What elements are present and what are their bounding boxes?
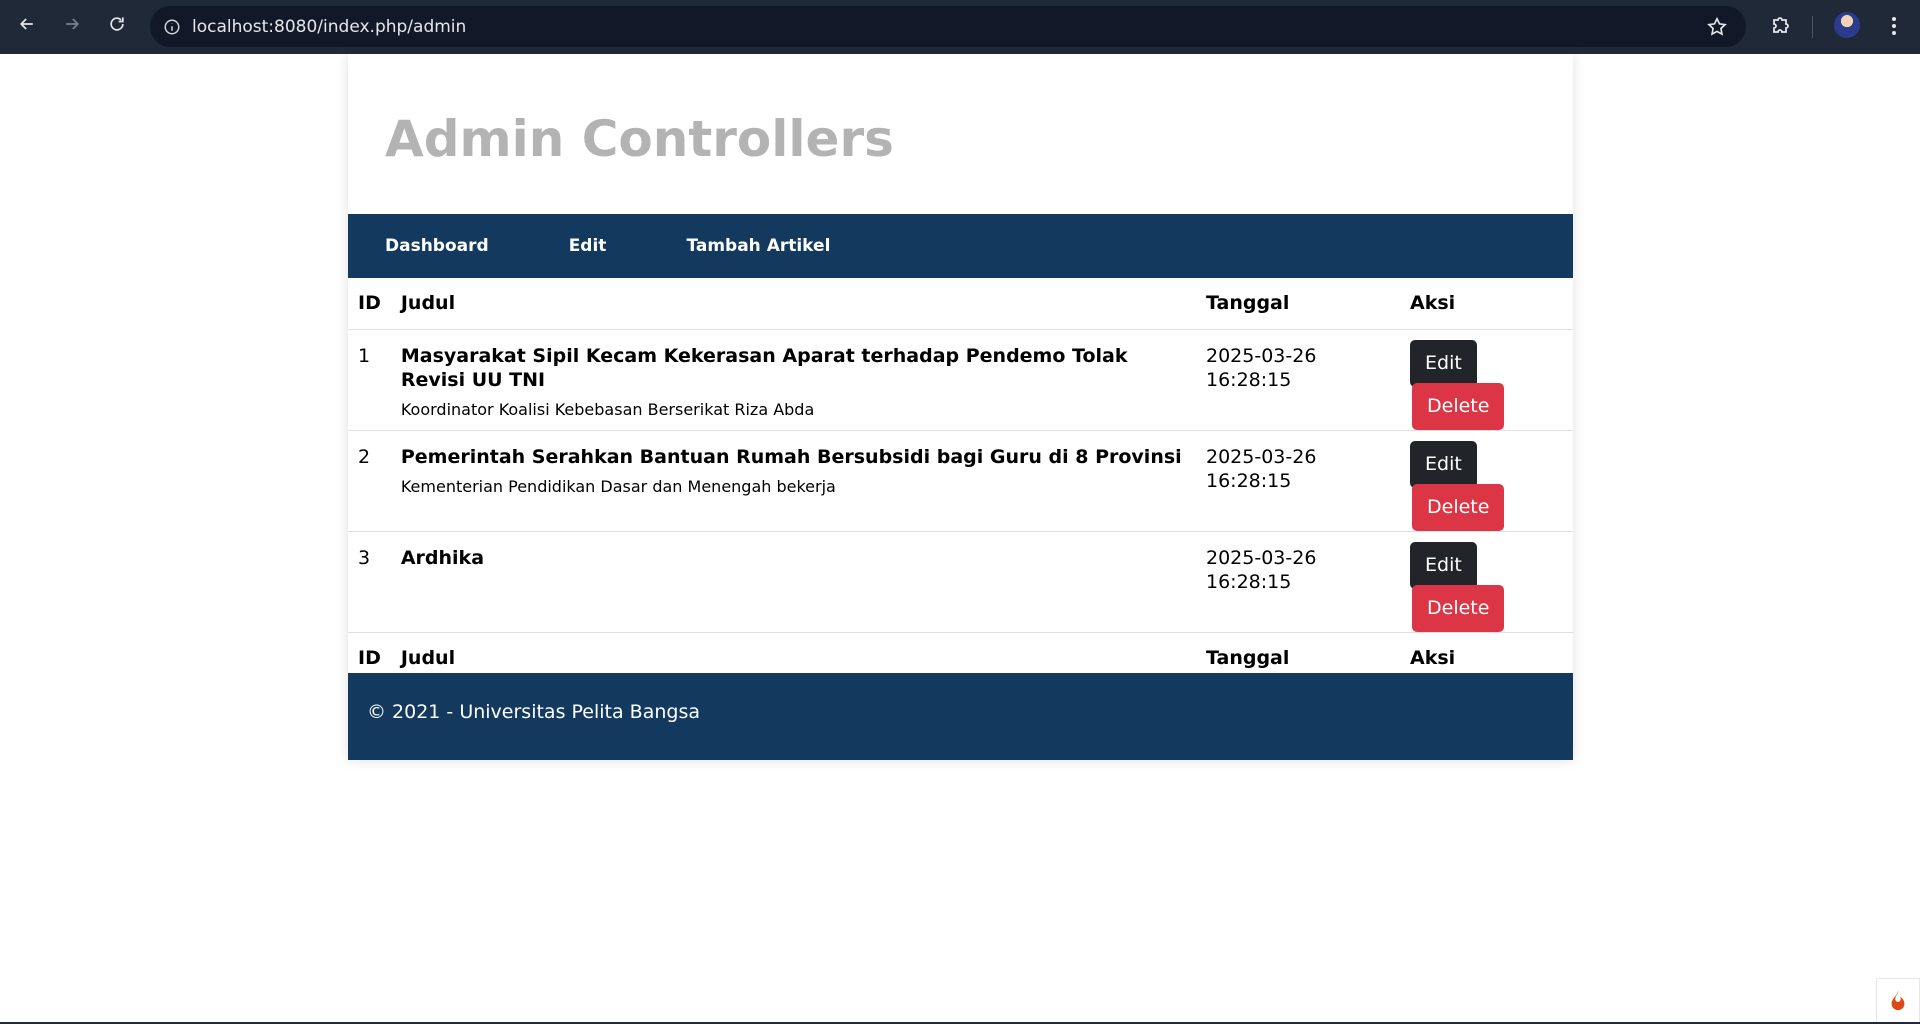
footer-copyright: © 2021 - Universitas Pelita Bangsa (367, 700, 700, 723)
row-id: 1 (348, 329, 391, 431)
profile-avatar[interactable] (1834, 12, 1860, 38)
row-actions: EditDelete (1400, 430, 1573, 532)
row-content: Pemerintah Serahkan Bantuan Rumah Bersub… (390, 430, 1196, 532)
page-header: Admin Controllers (348, 54, 1573, 214)
forward-icon[interactable] (54, 6, 90, 42)
row-id: 2 (348, 430, 391, 532)
header-aksi: Aksi (1400, 278, 1573, 330)
table-header-row: ID Judul Tanggal Aksi (348, 278, 1573, 330)
table-row: 2 Pemerintah Serahkan Bantuan Rumah Bers… (348, 430, 1573, 532)
page-footer: © 2021 - Universitas Pelita Bangsa (348, 673, 1573, 760)
edit-button[interactable]: Edit (1410, 440, 1477, 488)
nav-dashboard[interactable]: Dashboard (385, 236, 489, 256)
row-date: 2025-03-26 16:28:15 (1196, 531, 1400, 633)
row-content: Masyarakat Sipil Kecam Kekerasan Aparat … (390, 329, 1196, 431)
bookmark-star-icon[interactable] (1706, 16, 1728, 38)
nav-edit[interactable]: Edit (569, 236, 607, 256)
edit-button[interactable]: Edit (1410, 541, 1477, 589)
row-content: Ardhika (390, 531, 1196, 633)
reload-icon[interactable] (99, 6, 135, 42)
delete-button[interactable]: Delete (1412, 483, 1505, 531)
row-actions: EditDelete (1400, 329, 1573, 431)
row-title: Pemerintah Serahkan Bantuan Rumah Bersub… (400, 445, 1182, 468)
header-judul: Judul (390, 278, 1196, 330)
edit-button[interactable]: Edit (1410, 339, 1477, 387)
row-date: 2025-03-26 16:28:15 (1196, 329, 1400, 431)
row-summary: Kementerian Pendidikan Dasar dan Menenga… (400, 476, 836, 496)
row-summary: Koordinator Koalisi Kebebasan Berserikat… (400, 399, 815, 419)
extensions-puzzle-icon[interactable] (1770, 13, 1794, 37)
site-info-icon[interactable] (162, 17, 182, 37)
articles-table: ID Judul Tanggal Aksi 1 Masyarakat Sipil… (348, 278, 1573, 684)
nav-tambah-artikel[interactable]: Tambah Artikel (686, 236, 830, 256)
address-bar[interactable]: localhost:8080/index.php/admin (150, 6, 1746, 47)
delete-button[interactable]: Delete (1412, 382, 1505, 430)
delete-button[interactable]: Delete (1412, 584, 1505, 632)
row-title: Ardhika (400, 546, 485, 569)
kebab-menu-icon[interactable] (1882, 12, 1906, 40)
main-nav: Dashboard Edit Tambah Artikel (348, 214, 1573, 278)
back-icon[interactable] (9, 6, 45, 42)
table-row: 3 Ardhika 2025-03-26 16:28:15 EditDelete (348, 531, 1573, 633)
header-tanggal: Tanggal (1196, 278, 1400, 330)
page-container: Admin Controllers Dashboard Edit Tambah … (348, 54, 1573, 760)
header-id: ID (348, 278, 391, 330)
codeigniter-flame-icon[interactable] (1876, 978, 1920, 1024)
browser-toolbar: localhost:8080/index.php/admin (0, 0, 1920, 54)
row-id: 3 (348, 531, 391, 633)
row-date: 2025-03-26 16:28:15 (1196, 430, 1400, 532)
row-title: Masyarakat Sipil Kecam Kekerasan Aparat … (400, 344, 1128, 391)
toolbar-divider (1812, 16, 1813, 38)
url-text[interactable]: localhost:8080/index.php/admin (192, 17, 466, 37)
row-actions: EditDelete (1400, 531, 1573, 633)
page-title: Admin Controllers (385, 110, 894, 168)
table-row: 1 Masyarakat Sipil Kecam Kekerasan Apara… (348, 329, 1573, 431)
